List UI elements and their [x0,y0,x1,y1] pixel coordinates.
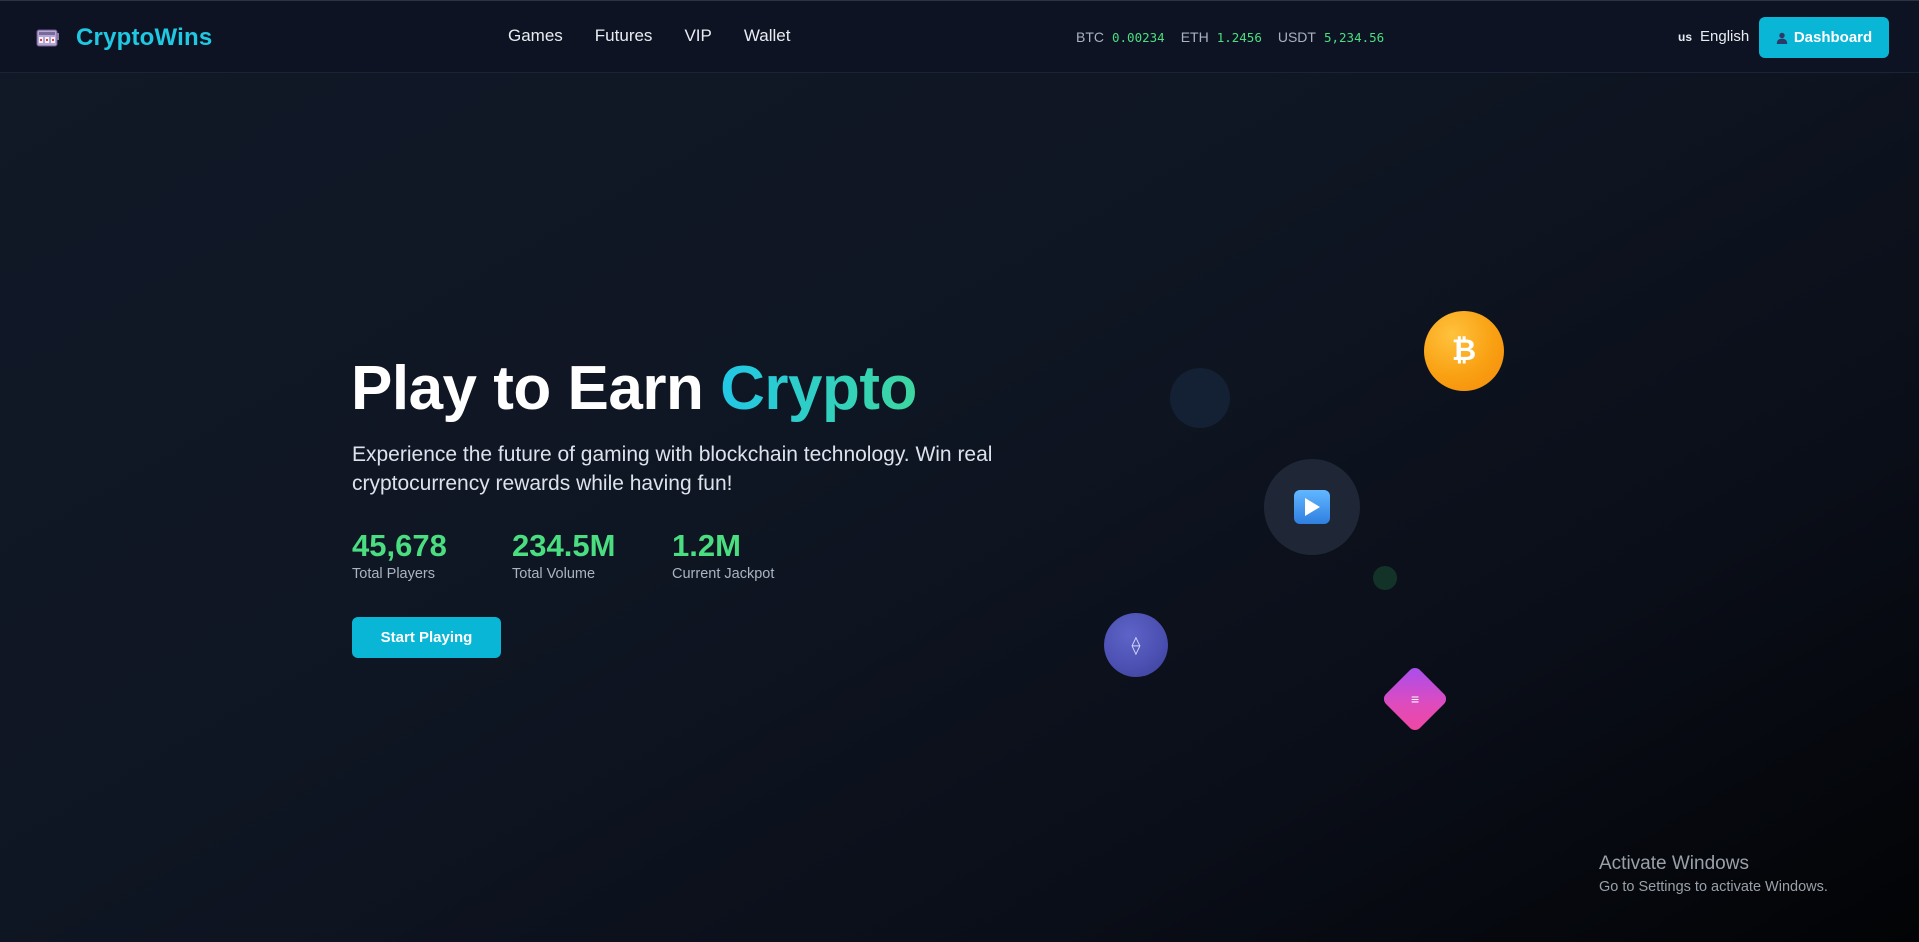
us-flag-icon: us [1678,30,1693,44]
ticker-symbol: USDT [1277,29,1316,45]
hero-title-accent: Crypto [720,354,917,423]
ticker-usdt: USDT 5,234.56 [1278,29,1384,45]
ethereum-coin-icon: ⟠ [1104,613,1168,677]
stat-label: Total Players [352,566,436,582]
stat-label: Current Jackpot [672,566,775,582]
user-icon [1776,32,1788,44]
ticker-symbol: BTC [1076,29,1104,45]
stat-total-volume: 234.5M Total Volume [512,528,672,582]
windows-activation-watermark: Activate Windows Go to Settings to activ… [1599,852,1828,897]
brand-logo-link[interactable]: CryptoWins [36,21,212,55]
ticker-eth: ETH 1.2456 [1181,29,1262,45]
nav-games[interactable]: Games [508,26,563,46]
bitcoin-symbol: ₿ [1451,334,1477,367]
hero-title: Play to Earn Crypto [351,353,917,425]
play-icon [1294,490,1330,524]
play-triangle-icon [1305,498,1320,516]
balance-ticker: BTC 0.00234 ETH 1.2456 USDT 5,234.56 [1076,29,1384,45]
top-navbar: CryptoWins Games Futures VIP Wallet BTC … [0,0,1919,73]
ticker-value: 0.00234 [1112,30,1165,45]
bitcoin-coin-icon: ₿ [1424,311,1504,391]
dashboard-label: Dashboard [1793,29,1873,46]
play-video-button[interactable] [1264,459,1360,555]
nav-vip[interactable]: VIP [684,26,711,46]
nav-futures[interactable]: Futures [595,26,653,46]
stat-value: 45,678 [352,528,447,563]
stat-value: 1.2M [672,528,741,563]
dashboard-button[interactable]: Dashboard [1759,17,1889,58]
ticker-value: 1.2456 [1216,30,1262,45]
stat-label: Total Volume [512,566,596,582]
language-label: English [1700,28,1750,45]
decorative-dot [1373,566,1397,590]
hero-title-main: Play to Earn [351,354,721,423]
ticker-btc: BTC 0.00234 [1076,29,1165,45]
stat-current-jackpot: 1.2M Current Jackpot [672,528,774,582]
watermark-subtitle: Go to Settings to activate Windows. [1599,879,1828,895]
hero-subtitle: Experience the future of gaming with blo… [352,443,993,495]
main-nav: Games Futures VIP Wallet [508,26,790,46]
ethereum-symbol: ⟠ [1131,634,1141,655]
stat-value: 234.5M [512,528,616,563]
ticker-value: 5,234.56 [1323,30,1385,45]
stats-row: 45,678 Total Players 234.5M Total Volume… [352,528,774,582]
nav-wallet[interactable]: Wallet [744,26,791,46]
slot-machine-icon [36,29,59,47]
solana-symbol: ≡ [1410,690,1420,707]
brand-name: CryptoWins [76,24,213,51]
decorative-circle [1170,368,1230,428]
solana-gem-icon: ≡ [1381,665,1449,733]
stat-total-players: 45,678 Total Players [352,528,512,582]
language-selector[interactable]: us English [1678,28,1749,45]
watermark-title: Activate Windows [1599,853,1749,874]
ticker-symbol: ETH [1180,29,1209,45]
start-playing-button[interactable]: Start Playing [352,617,501,658]
